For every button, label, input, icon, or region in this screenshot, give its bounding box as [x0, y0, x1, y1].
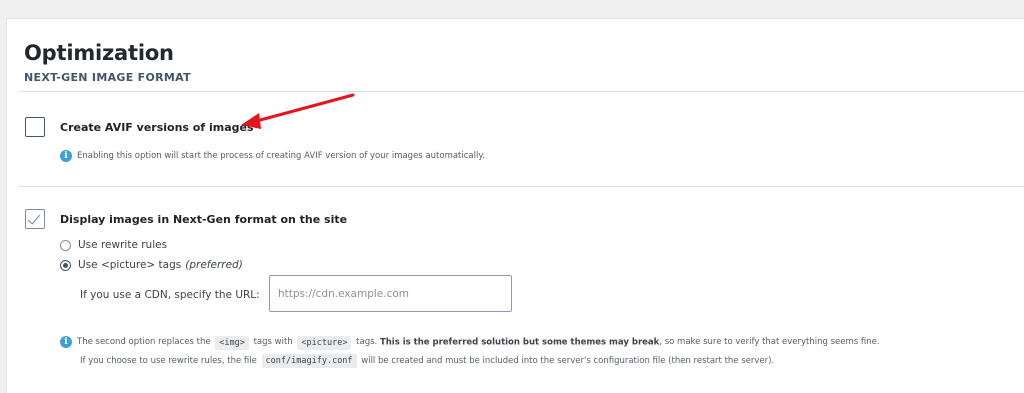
radio-note: (preferred) [185, 259, 243, 271]
section-title: Optimization [24, 41, 174, 65]
radio-label: Use rewrite rules [78, 239, 168, 251]
code-picture: <picture> [297, 335, 352, 350]
radio-picture-tags[interactable]: Use <picture> tags (preferred) [60, 259, 243, 271]
divider [19, 91, 1024, 92]
cdn-url-input[interactable] [269, 275, 512, 312]
info-icon: i [60, 150, 72, 162]
radio-label: Use <picture> tags [78, 259, 182, 271]
annotation-arrow-icon [241, 93, 355, 129]
radio-button-selected[interactable] [60, 259, 71, 271]
info-icon: i [60, 336, 72, 348]
help-emphasis: This is the preferred solution but some … [379, 337, 660, 348]
avif-checkbox[interactable] [25, 117, 45, 137]
code-conf: conf/imagify.conf [261, 354, 357, 368]
radio-rewrite-rules[interactable]: Use rewrite rules [60, 239, 167, 251]
cdn-url-label: If you use a CDN, specify the URL: [80, 289, 260, 301]
avif-help-text: i Enabling this option will start the pro… [60, 150, 485, 162]
display-nextgen-checkbox[interactable] [25, 209, 45, 229]
radio-button[interactable] [60, 239, 71, 251]
display-nextgen-label[interactable]: Display images in Next-Gen format on the… [60, 213, 347, 226]
settings-panel: Optimization NEXT-GEN IMAGE FORMAT Creat… [6, 18, 1024, 393]
checkmark-icon [27, 211, 41, 225]
avif-option-label[interactable]: Create AVIF versions of images [60, 121, 254, 134]
display-help-text: i The second option replaces the <img> ta… [60, 333, 880, 370]
divider [19, 186, 1024, 187]
code-img: <img> [215, 335, 249, 350]
subsection-title: NEXT-GEN IMAGE FORMAT [24, 71, 191, 84]
